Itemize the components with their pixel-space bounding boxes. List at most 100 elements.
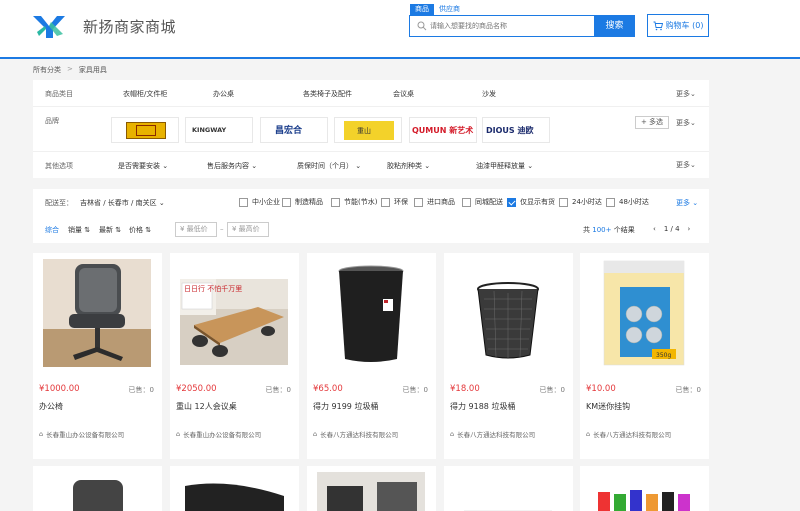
checkbox[interactable] bbox=[462, 197, 471, 207]
site-logo[interactable] bbox=[33, 14, 65, 38]
toolbar-more-button[interactable]: 更多 ⌄ bbox=[676, 198, 698, 208]
product-company[interactable]: ⌂ 长春重山办公设备有限公司 bbox=[176, 429, 261, 439]
brand-logo-changhonghe[interactable]: 昌宏合 bbox=[260, 117, 328, 143]
pager-page-indicator: 1 / 4 bbox=[663, 225, 680, 233]
brand-logo-zhongshan[interactable]: 重山 bbox=[334, 117, 402, 143]
brand-logo-dious[interactable]: DIOUS 迪欧 bbox=[482, 117, 550, 143]
region-select[interactable]: 吉林省 / 长春市 / 南关区 ⌄ bbox=[80, 198, 165, 208]
product-image-trash-bin-black[interactable] bbox=[317, 259, 425, 367]
product-card[interactable] bbox=[33, 466, 162, 511]
checkbox[interactable] bbox=[559, 197, 568, 207]
product-image-light-item[interactable] bbox=[454, 472, 562, 511]
checkbox[interactable] bbox=[606, 197, 615, 207]
option-dropdown[interactable]: 质保时间（个月） ⌄ bbox=[297, 161, 361, 171]
filter-checkbox[interactable]: 同城配送 bbox=[462, 197, 503, 207]
product-name[interactable]: 得力 9199 垃圾桶 bbox=[313, 401, 378, 412]
product-card[interactable] bbox=[580, 466, 709, 511]
option-dropdown[interactable]: 油漆甲醛释放量 ⌄ bbox=[476, 161, 533, 171]
brand-logo-qumun[interactable]: QUMUN 新艺术 bbox=[409, 117, 477, 143]
pager-next-button[interactable]: › bbox=[688, 225, 691, 233]
product-name[interactable]: 办公椅 bbox=[39, 401, 63, 412]
search-button[interactable]: 搜索 bbox=[594, 15, 635, 37]
search-input[interactable] bbox=[430, 19, 590, 33]
category-item[interactable]: 会议桌 bbox=[393, 89, 414, 99]
category-item[interactable]: 衣帽柜/文件柜 bbox=[123, 89, 167, 99]
brand-logo-wangwang[interactable] bbox=[111, 117, 179, 143]
search-tab-suppliers[interactable]: 供应商 bbox=[434, 4, 465, 15]
product-company[interactable]: ⌂ 长春八方通达科技有限公司 bbox=[313, 429, 398, 439]
product-card[interactable] bbox=[444, 466, 573, 511]
product-image-office-chair[interactable] bbox=[43, 259, 151, 367]
checkbox-checked[interactable] bbox=[507, 197, 516, 207]
product-name[interactable]: KM迷你挂钩 bbox=[586, 401, 630, 412]
filter-checkbox[interactable]: 制造精品 bbox=[282, 197, 323, 207]
category-more-button[interactable]: 更多⌄ bbox=[676, 89, 696, 99]
product-image-clips[interactable] bbox=[590, 472, 698, 511]
sort-default[interactable]: 综合 bbox=[45, 225, 59, 235]
brand-logo-kingway[interactable]: KINGWAY bbox=[185, 117, 253, 143]
option-dropdown[interactable]: 售后服务内容 ⌄ bbox=[207, 161, 257, 171]
filter-checkbox[interactable]: 进口商品 bbox=[414, 197, 455, 207]
filter-checkbox[interactable]: 中小企业 bbox=[239, 197, 280, 207]
shop-icon: ⌂ bbox=[39, 430, 44, 438]
product-card[interactable]: ¥1000.00 已售：0 办公椅 ⌂ 长春重山办公设备有限公司 bbox=[33, 253, 162, 459]
product-image-trash-bin-mesh[interactable] bbox=[454, 259, 562, 367]
checkbox[interactable] bbox=[331, 197, 340, 207]
product-company[interactable]: ⌂ 长春八方通达科技有限公司 bbox=[450, 429, 535, 439]
pager-prev-button[interactable]: ‹ bbox=[653, 225, 656, 233]
product-image-office[interactable] bbox=[317, 472, 425, 511]
product-image-conference-table[interactable]: 日日行 不怕千万里 bbox=[180, 259, 288, 367]
filter-checkbox[interactable]: 48小时达 bbox=[606, 197, 649, 207]
option-dropdown[interactable]: 胶粘剂种类 ⌄ bbox=[387, 161, 430, 171]
sort-newest[interactable]: 最新 ⇅ bbox=[99, 225, 121, 235]
options-more-button[interactable]: 更多⌄ bbox=[676, 160, 696, 170]
filter-checkbox-in-stock[interactable]: 仅显示有货 bbox=[507, 197, 555, 207]
price-range-dash: – bbox=[220, 225, 224, 233]
product-card[interactable]: ¥18.00 已售：0 得力 9188 垃圾桶 ⌂ 长春八方通达科技有限公司 bbox=[444, 253, 573, 459]
deliver-label: 配送至： bbox=[45, 199, 73, 207]
category-item[interactable]: 办公桌 bbox=[213, 89, 234, 99]
filter-checkbox[interactable]: 环保 bbox=[381, 197, 408, 207]
filter-checkbox[interactable]: 节能(节水) bbox=[331, 197, 377, 207]
category-item[interactable]: 沙发 bbox=[482, 89, 496, 99]
filter-panel: 商品类目 衣帽柜/文件柜 办公桌 各类椅子及配件 会议桌 沙发 更多⌄ 品牌 K… bbox=[33, 80, 709, 178]
product-card[interactable]: 日日行 不怕千万里 ¥2050.00 已售：0 重山 12人会议桌 ⌂ 长春重山办… bbox=[170, 253, 299, 459]
product-image-hooks[interactable]: 350g bbox=[590, 259, 698, 367]
shop-icon: ⌂ bbox=[586, 430, 591, 438]
product-company[interactable]: ⌂ 长春八方通达科技有限公司 bbox=[586, 429, 671, 439]
price-max-input[interactable]: ¥ 最高价 bbox=[227, 222, 269, 237]
product-sold-count: 已售：0 bbox=[265, 386, 291, 394]
product-card[interactable] bbox=[307, 466, 436, 511]
filter-checkbox[interactable]: 24小时达 bbox=[559, 197, 602, 207]
search-tabs: 商品 供应商 bbox=[410, 4, 465, 15]
toolbar-panel: 配送至： 吉林省 / 长春市 / 南关区 ⌄ 中小企业 制造精品 节能(节水) … bbox=[33, 189, 709, 243]
product-image-chair[interactable] bbox=[43, 472, 151, 511]
options-label: 其他选项 bbox=[45, 162, 73, 170]
checkbox[interactable] bbox=[282, 197, 291, 207]
brand-more-button[interactable]: 更多⌄ bbox=[676, 118, 696, 128]
cart-button[interactable]: 购物车 (0) bbox=[647, 14, 709, 37]
sort-sales[interactable]: 销量 ⇅ bbox=[68, 225, 90, 235]
product-card[interactable] bbox=[170, 466, 299, 511]
option-dropdown[interactable]: 是否需要安装 ⌄ bbox=[118, 161, 168, 171]
product-sold-count: 已售：0 bbox=[128, 386, 154, 394]
product-card[interactable]: ¥65.00 已售：0 得力 9199 垃圾桶 ⌂ 长春八方通达科技有限公司 bbox=[307, 253, 436, 459]
header: 新扬商家商城 商品 供应商 搜索 购物车 (0) bbox=[0, 0, 800, 57]
product-name[interactable]: 重山 12人会议桌 bbox=[176, 401, 237, 412]
breadcrumb-all[interactable]: 所有分类 bbox=[33, 65, 61, 75]
brand-multi-select-button[interactable]: + 多选 bbox=[635, 116, 669, 129]
header-divider bbox=[0, 57, 800, 59]
checkbox[interactable] bbox=[381, 197, 390, 207]
product-company[interactable]: ⌂ 长春重山办公设备有限公司 bbox=[39, 429, 124, 439]
checkbox[interactable] bbox=[414, 197, 423, 207]
sort-price[interactable]: 价格 ⇅ bbox=[129, 225, 151, 235]
product-card[interactable]: 350g ¥10.00 已售：0 KM迷你挂钩 ⌂ 长春八方通达科技有限公司 bbox=[580, 253, 709, 459]
product-name[interactable]: 得力 9188 垃圾桶 bbox=[450, 401, 515, 412]
search-tab-products[interactable]: 商品 bbox=[410, 4, 434, 15]
result-count: 共 100+ 个结果 bbox=[583, 226, 635, 234]
product-image-dark-item[interactable] bbox=[180, 472, 288, 511]
category-item[interactable]: 各类椅子及配件 bbox=[303, 89, 352, 99]
shop-icon: ⌂ bbox=[450, 430, 455, 438]
checkbox[interactable] bbox=[239, 197, 248, 207]
price-min-input[interactable]: ¥ 最低价 bbox=[175, 222, 217, 237]
